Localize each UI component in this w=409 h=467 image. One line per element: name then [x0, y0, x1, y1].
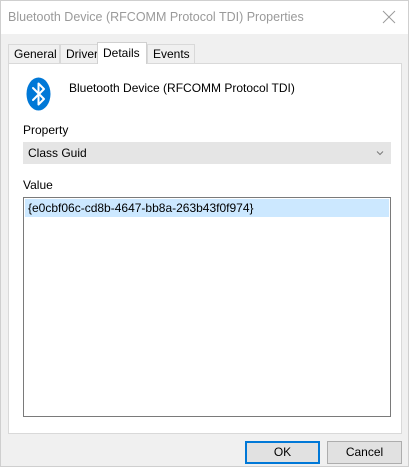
chevron-down-icon: [376, 151, 384, 156]
list-item-text: {e0cbf06c-cd8b-4647-bb8a-263b43f0f974}: [28, 201, 254, 215]
device-name: Bluetooth Device (RFCOMM Protocol TDI): [69, 81, 295, 95]
cancel-button[interactable]: Cancel: [327, 441, 402, 464]
value-listbox[interactable]: {e0cbf06c-cd8b-4647-bb8a-263b43f0f974}: [23, 197, 391, 417]
tab-details[interactable]: Details: [97, 42, 147, 64]
window-title: Bluetooth Device (RFCOMM Protocol TDI) P…: [8, 10, 304, 24]
tab-events[interactable]: Events: [147, 44, 195, 63]
tab-driver[interactable]: Driver: [60, 44, 98, 63]
tab-general[interactable]: General: [8, 44, 60, 63]
details-panel: Bluetooth Device (RFCOMM Protocol TDI) P…: [8, 63, 402, 434]
properties-dialog: Bluetooth Device (RFCOMM Protocol TDI) P…: [0, 0, 409, 467]
property-label: Property: [23, 123, 69, 137]
property-dropdown[interactable]: Class Guid: [23, 142, 391, 164]
bluetooth-icon: [26, 77, 51, 111]
close-icon[interactable]: [381, 9, 397, 25]
title-bar: Bluetooth Device (RFCOMM Protocol TDI) P…: [1, 1, 408, 34]
property-selected-value: Class Guid: [28, 146, 87, 160]
ok-button[interactable]: OK: [245, 441, 320, 464]
list-item[interactable]: {e0cbf06c-cd8b-4647-bb8a-263b43f0f974}: [25, 199, 389, 217]
value-label: Value: [23, 178, 53, 192]
